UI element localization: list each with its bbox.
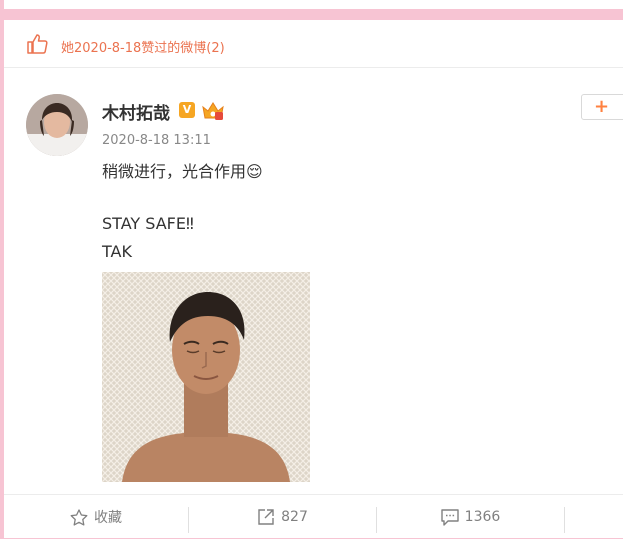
follow-button[interactable]: + <box>581 94 623 120</box>
likes-header: 她2020-8-18赞过的微博(2) <box>4 20 623 68</box>
action-divider <box>564 507 565 533</box>
top-band-panel <box>4 0 623 9</box>
favorite-label: 收藏 <box>94 510 122 526</box>
favorite-button[interactable]: 收藏 <box>4 495 188 539</box>
post-text-line: 稍微进行，光合作用😌 <box>102 162 263 181</box>
share-button[interactable]: 827 <box>189 495 376 539</box>
comment-icon <box>440 508 459 526</box>
post-text-line: STAY SAFE‼ <box>102 214 194 233</box>
vip-crown-icon <box>201 100 225 121</box>
post-photo[interactable] <box>102 272 310 482</box>
post-text-line: TAK <box>102 242 132 261</box>
author-name[interactable]: 木村拓哉 <box>102 99 170 124</box>
top-band <box>0 0 623 10</box>
avatar[interactable] <box>26 94 88 156</box>
thumbs-up-icon <box>26 34 48 54</box>
verified-badge-icon: V <box>179 102 195 118</box>
post-timestamp[interactable]: 2020-8-18 13:11 <box>102 133 211 148</box>
comment-button[interactable]: 1366 <box>377 495 564 539</box>
comment-count: 1366 <box>464 509 501 525</box>
share-count: 827 <box>281 509 308 525</box>
likes-header-text[interactable]: 她2020-8-18赞过的微博(2) <box>61 37 225 56</box>
action-bar: 收藏 827 1366 <box>4 494 623 539</box>
share-icon <box>258 509 274 525</box>
star-icon <box>70 508 88 526</box>
post-card: 她2020-8-18赞过的微博(2) 木村拓哉 V + 2020-8-18 13… <box>4 20 623 538</box>
